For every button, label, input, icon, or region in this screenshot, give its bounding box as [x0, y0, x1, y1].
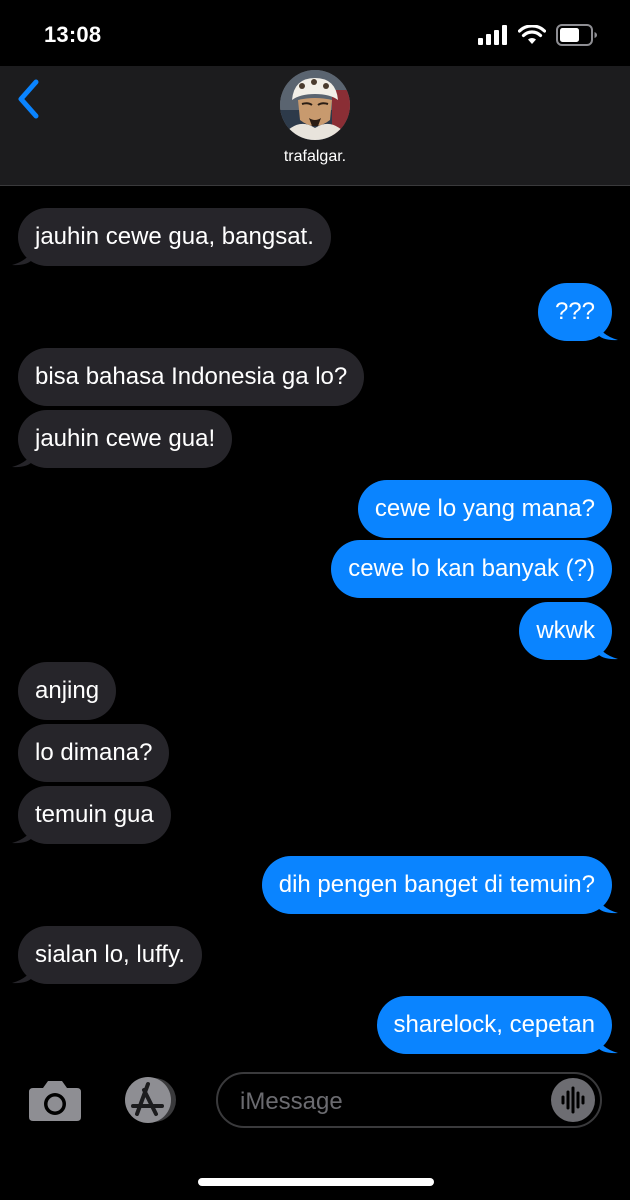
incoming-message-bubble[interactable]: bisa bahasa Indonesia ga lo? — [18, 348, 365, 406]
status-bar: 13:08 — [0, 0, 630, 66]
app-store-button[interactable] — [118, 1076, 180, 1124]
input-bar — [0, 1062, 630, 1142]
incoming-message-bubble[interactable]: temuin gua — [18, 786, 171, 844]
incoming-message-bubble[interactable]: lo dimana? — [18, 724, 170, 782]
incoming-message-bubble[interactable]: jauhin cewe gua! — [18, 410, 233, 468]
contact-avatar[interactable] — [280, 70, 350, 140]
outgoing-message-bubble[interactable]: ??? — [537, 283, 612, 341]
app-store-icon — [125, 1077, 176, 1123]
chevron-left-icon — [18, 79, 39, 119]
outgoing-message-bubble[interactable]: cewe lo kan banyak (?) — [331, 540, 612, 598]
conversation-header: trafalgar. — [0, 66, 630, 186]
outgoing-message-bubble[interactable]: dih pengen banget di temuin? — [261, 856, 612, 914]
camera-button[interactable] — [28, 1078, 82, 1122]
message-thread[interactable]: jauhin cewe gua, bangsat.??? bisa bahasa … — [0, 186, 630, 1056]
camera-icon — [29, 1081, 81, 1121]
outgoing-message-bubble[interactable]: cewe lo yang mana? — [357, 480, 612, 538]
audio-waveform-icon — [561, 1086, 585, 1114]
incoming-message-bubble[interactable]: anjing — [18, 662, 117, 720]
battery-icon — [556, 24, 597, 46]
audio-message-button[interactable] — [551, 1078, 595, 1122]
incoming-message-bubble[interactable]: sialan lo, luffy. — [18, 926, 202, 984]
message-input[interactable] — [238, 1084, 552, 1120]
outgoing-message-bubble[interactable]: wkwk — [519, 602, 612, 660]
home-indicator[interactable] — [198, 1178, 434, 1186]
contact-name[interactable]: trafalgar. — [0, 148, 630, 166]
back-button[interactable] — [14, 78, 44, 120]
outgoing-message-bubble[interactable]: sharelock, cepetan — [376, 996, 612, 1054]
status-icons — [478, 24, 598, 46]
status-time: 13:08 — [44, 22, 102, 47]
wifi-icon — [518, 25, 546, 44]
cellular-signal-icon — [478, 25, 507, 45]
imessage-field[interactable] — [216, 1072, 602, 1128]
incoming-message-bubble[interactable]: jauhin cewe gua, bangsat. — [18, 208, 331, 266]
